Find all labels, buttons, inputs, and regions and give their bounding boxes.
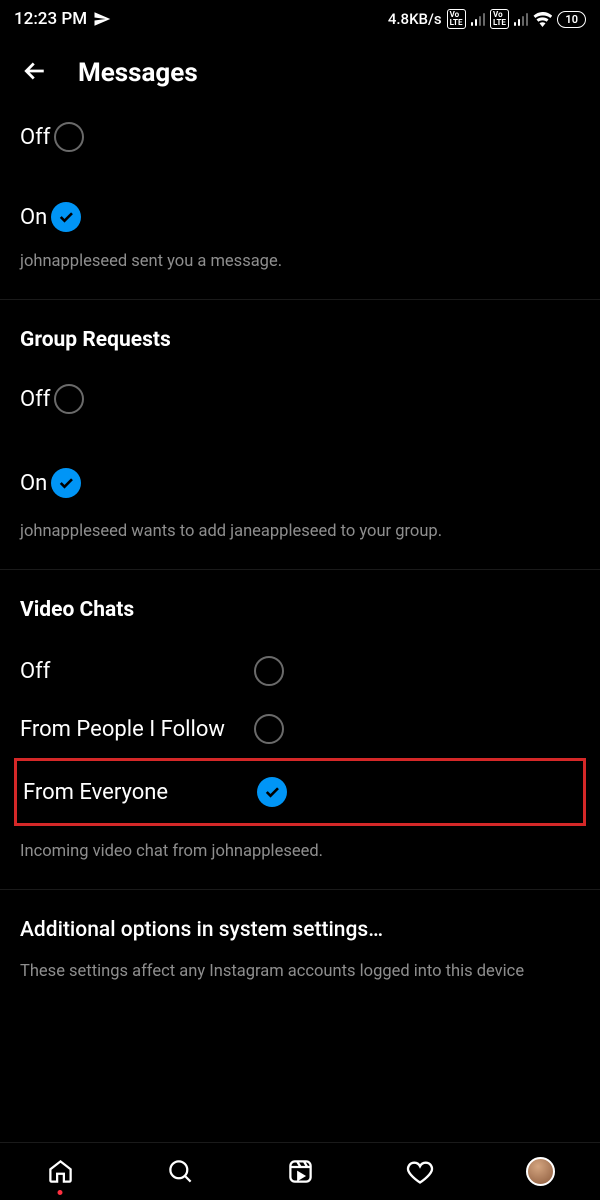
status-bar: 12:23 PM 4.8KB/s VoLTE VoLTE 10 xyxy=(0,0,600,38)
home-tab[interactable] xyxy=(45,1157,75,1187)
group-off-option[interactable]: Off xyxy=(20,372,580,426)
group-on-option[interactable]: On xyxy=(20,456,580,510)
video-description: Incoming video chat from johnappleseed. xyxy=(20,826,580,889)
section-title: Video Chats xyxy=(20,570,580,642)
video-from-follow-option[interactable]: From People I Follow xyxy=(20,700,580,758)
additional-title: Additional options in system settings… xyxy=(20,890,580,942)
highlight-annotation: From Everyone xyxy=(14,758,586,826)
back-button[interactable] xyxy=(20,56,50,90)
messages-off-option[interactable]: Off xyxy=(20,114,580,160)
radio-selected-icon xyxy=(51,468,81,498)
signal-icon-1 xyxy=(471,13,486,26)
radio-unselected-icon xyxy=(254,656,284,686)
radio-unselected-icon xyxy=(54,384,84,414)
volte-icon-1: VoLTE xyxy=(447,9,466,29)
profile-tab[interactable] xyxy=(525,1157,555,1187)
section-title: Group Requests xyxy=(20,300,580,372)
video-off-option[interactable]: Off xyxy=(20,642,580,700)
activity-tab[interactable] xyxy=(405,1157,435,1187)
page-title: Messages xyxy=(78,58,198,88)
avatar-icon xyxy=(526,1157,555,1186)
radio-unselected-icon xyxy=(54,122,84,152)
additional-description: These settings affect any Instagram acco… xyxy=(20,942,580,1009)
group-description: johnappleseed wants to add janeappleseed… xyxy=(20,510,580,569)
option-label: On xyxy=(20,205,47,230)
option-label: Off xyxy=(20,659,250,684)
option-label: Off xyxy=(20,387,50,412)
option-label: From People I Follow xyxy=(20,717,250,742)
status-left: 12:23 PM xyxy=(14,9,111,29)
notification-dot-icon xyxy=(58,1190,63,1195)
wifi-icon xyxy=(533,12,552,27)
reels-tab[interactable] xyxy=(285,1157,315,1187)
group-requests-section: Group Requests Off On johnappleseed want… xyxy=(0,299,600,569)
send-icon xyxy=(93,10,111,28)
radio-selected-icon xyxy=(51,202,81,232)
signal-icon-2 xyxy=(514,13,529,26)
messages-section: Off On johnappleseed sent you a message. xyxy=(0,114,600,299)
radio-selected-icon xyxy=(257,777,287,807)
video-chats-section: Video Chats Off From People I Follow Fro… xyxy=(0,569,600,889)
page-header: Messages xyxy=(0,38,600,114)
data-rate: 4.8KB/s xyxy=(388,10,442,28)
video-from-everyone-option[interactable]: From Everyone xyxy=(23,771,577,813)
messages-on-option[interactable]: On xyxy=(20,194,580,240)
status-time: 12:23 PM xyxy=(14,9,87,29)
radio-unselected-icon xyxy=(254,714,284,744)
battery-icon: 10 xyxy=(557,11,586,28)
search-tab[interactable] xyxy=(165,1157,195,1187)
status-right: 4.8KB/s VoLTE VoLTE 10 xyxy=(388,9,586,29)
messages-description: johnappleseed sent you a message. xyxy=(20,240,580,299)
bottom-nav xyxy=(0,1142,600,1200)
additional-options-section[interactable]: Additional options in system settings… T… xyxy=(0,889,600,1009)
option-label: On xyxy=(20,471,47,496)
option-label: From Everyone xyxy=(23,780,253,805)
option-label: Off xyxy=(20,125,50,150)
volte-icon-2: VoLTE xyxy=(490,9,509,29)
